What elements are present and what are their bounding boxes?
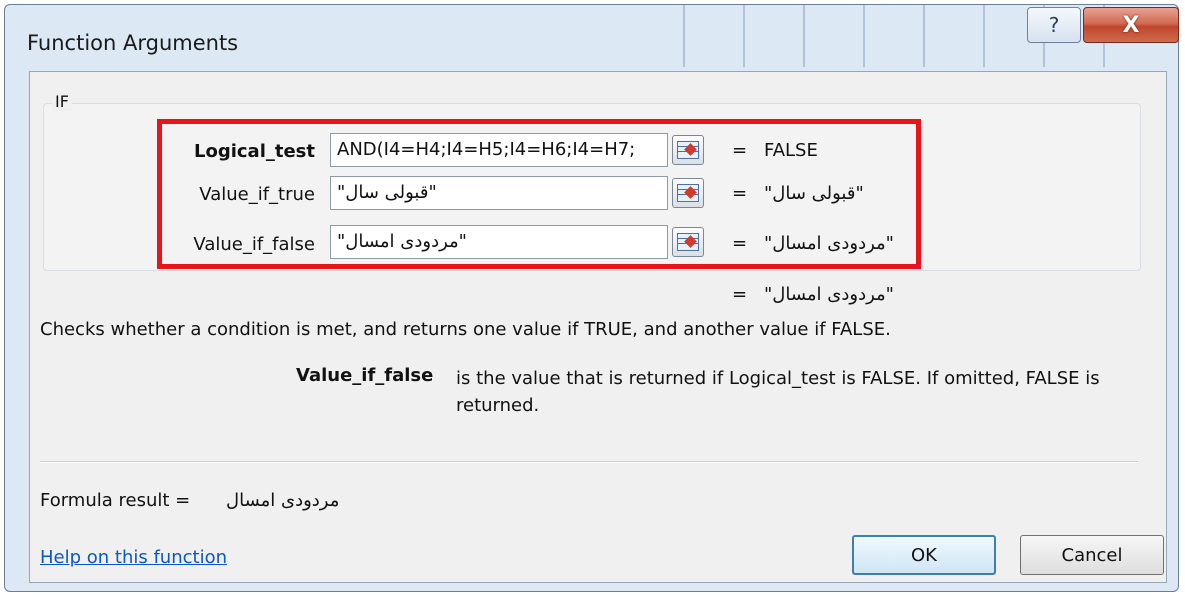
- red-highlight-box: [157, 119, 921, 269]
- help-button[interactable]: ?: [1027, 7, 1081, 43]
- ok-button[interactable]: OK: [852, 535, 996, 575]
- dialog-body: IF Logical_test AND(I4=H4;I4=H5;I4=H6;I4…: [29, 71, 1167, 583]
- function-result-equals: =: [732, 284, 748, 305]
- title-bar[interactable]: Function Arguments ? X: [5, 5, 1179, 71]
- close-icon: X: [1122, 12, 1140, 38]
- function-result-value: "مردودی امسال": [764, 284, 894, 305]
- argument-help-text: is the value that is returned if Logical…: [456, 368, 1100, 416]
- formula-result-value: مردودی امسال: [226, 490, 340, 511]
- formula-result-label: Formula result =: [40, 490, 191, 511]
- cancel-button[interactable]: Cancel: [1020, 535, 1164, 575]
- function-arguments-dialog: Function Arguments ? X IF Logical_test A…: [4, 4, 1179, 592]
- function-description: Checks whether a condition is met, and r…: [40, 319, 891, 340]
- dialog-title: Function Arguments: [27, 31, 239, 55]
- argument-help-name: Value_if_false: [296, 365, 434, 386]
- help-icon: ?: [1048, 13, 1060, 37]
- close-button[interactable]: X: [1083, 7, 1179, 43]
- help-on-function-link[interactable]: Help on this function: [40, 547, 227, 568]
- function-name: IF: [52, 92, 72, 111]
- separator: [40, 461, 1138, 463]
